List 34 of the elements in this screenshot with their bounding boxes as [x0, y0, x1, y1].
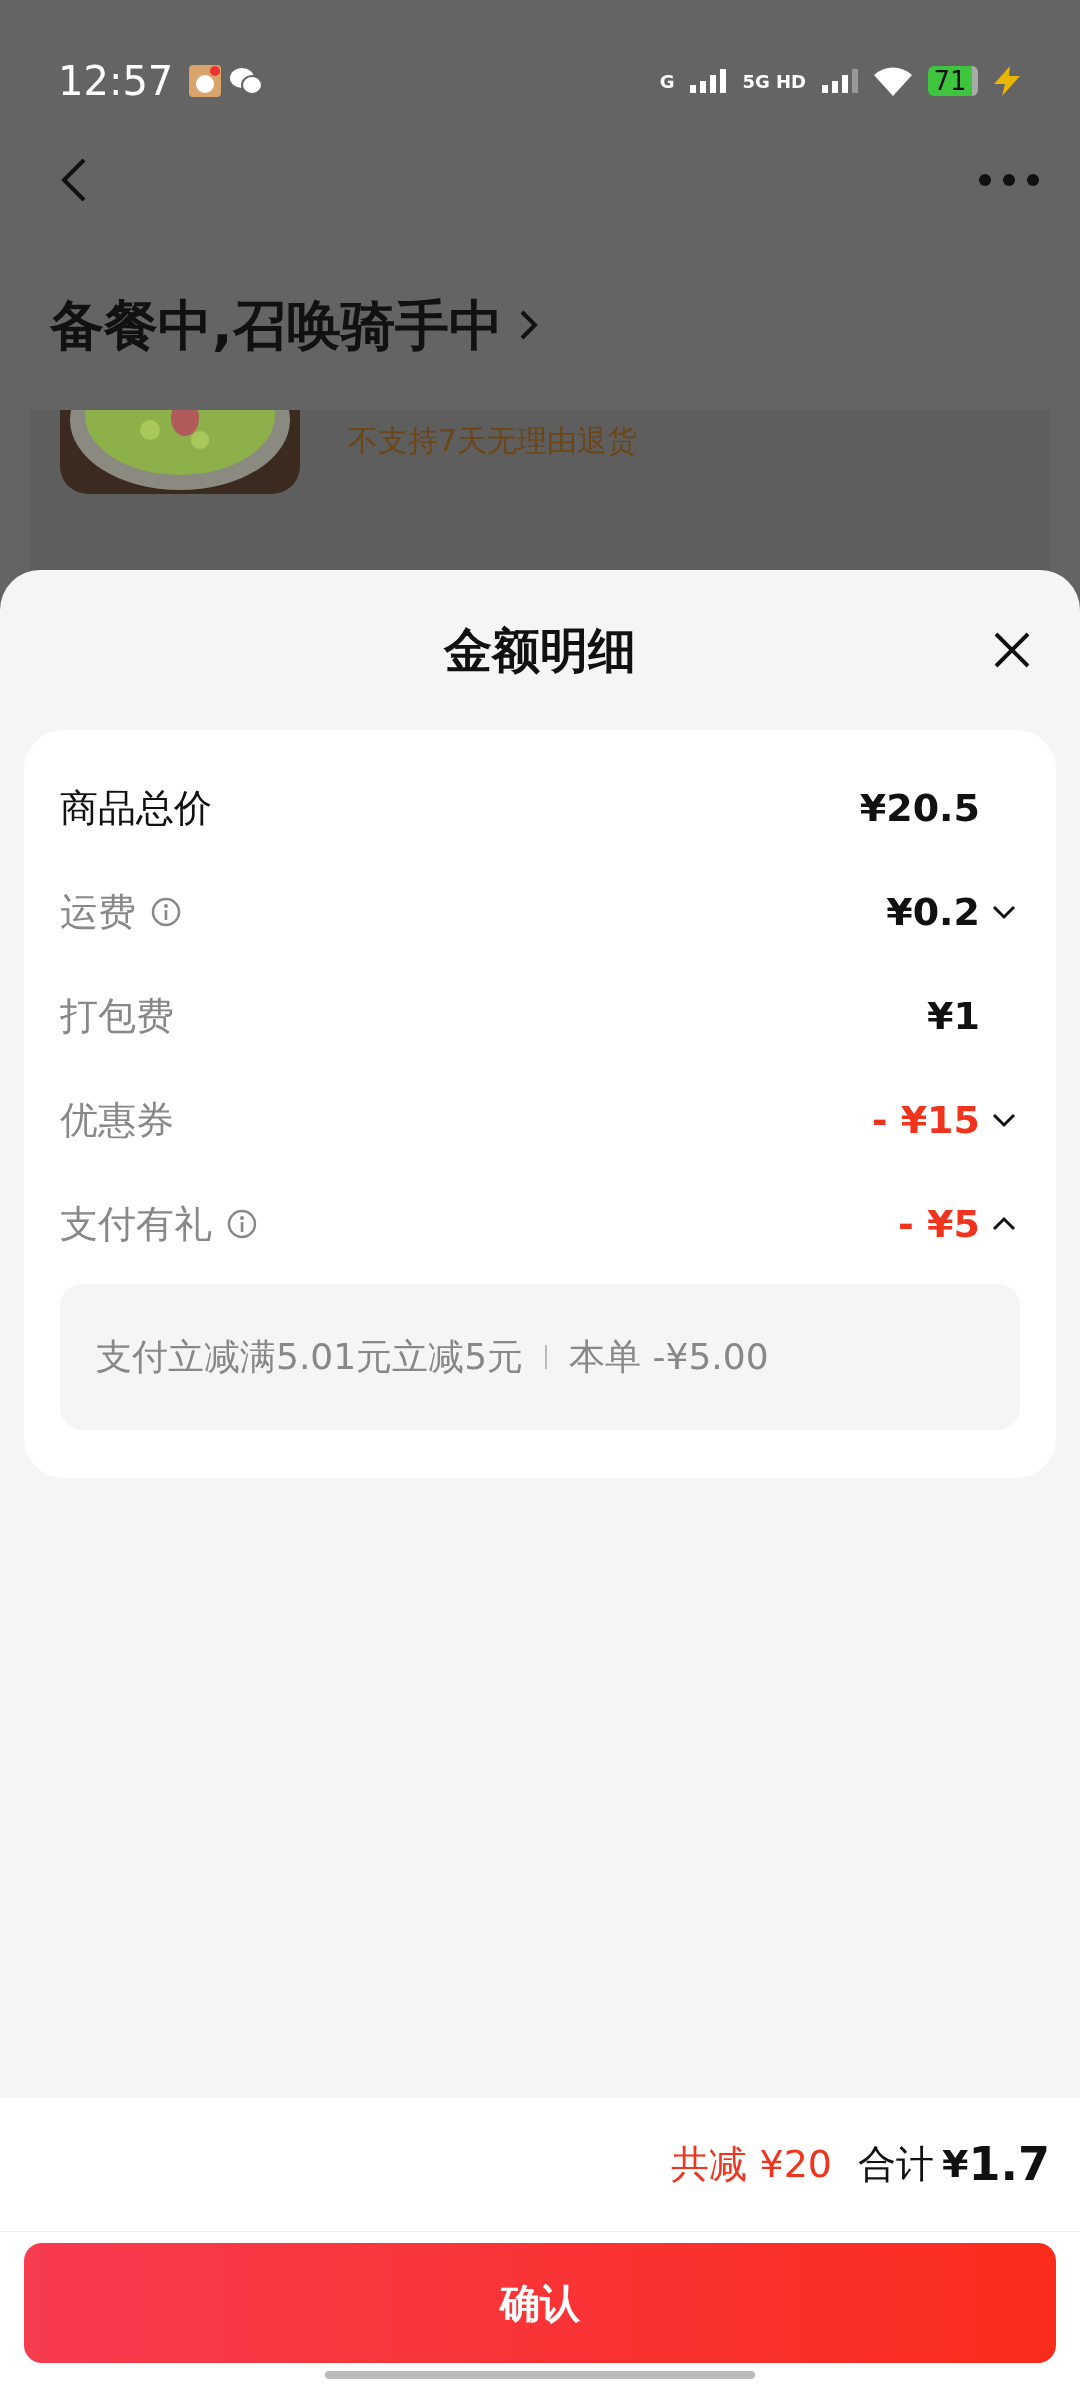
wifi-icon	[874, 66, 912, 96]
currency-symbol: ¥	[942, 2141, 969, 2188]
network-label: 5G HD	[742, 69, 806, 94]
fee-amount: - ¥15	[871, 1096, 980, 1144]
discount-amount: 本单 -¥5.00	[569, 1335, 769, 1379]
total-discount: 共减 ¥20	[671, 2141, 833, 2188]
charging-icon	[994, 66, 1020, 96]
fee-label: 打包费	[60, 992, 174, 1040]
fee-label: 商品总价	[60, 784, 212, 832]
signal-icon	[822, 69, 858, 93]
fee-amount: - ¥5	[898, 1200, 980, 1248]
total-amount: 1.7	[968, 2136, 1050, 2193]
network-label: G	[659, 69, 675, 94]
confirm-button[interactable]: 确认	[24, 2243, 1056, 2363]
more-icon[interactable]	[978, 173, 1040, 187]
back-icon[interactable]	[60, 157, 88, 203]
fee-amount: ¥20.5	[859, 784, 980, 832]
sheet-title: 金额明细	[444, 621, 636, 680]
signal-icon	[690, 69, 727, 93]
fee-label: 运费	[60, 888, 136, 936]
info-icon[interactable]	[150, 896, 182, 928]
fee-amount: ¥1	[927, 992, 980, 1040]
fee-amount: ¥0.2	[886, 888, 980, 936]
fee-label: 优惠券	[60, 1096, 174, 1144]
info-icon[interactable]	[226, 1208, 258, 1240]
order-status-title[interactable]: 备餐中,召唤骑手中	[0, 284, 503, 366]
total-label: 合计	[858, 2141, 935, 2188]
chevron-right-icon[interactable]	[518, 309, 539, 341]
app-notification-icon	[189, 65, 222, 97]
clock: 12:57	[58, 57, 174, 106]
discount-rule: 支付立减满5.01元立减5元	[96, 1335, 524, 1379]
battery-level: 71	[928, 66, 978, 96]
return-policy-note: 不支持7天无理由退货	[348, 422, 638, 460]
fee-label: 支付有礼	[60, 1200, 212, 1248]
